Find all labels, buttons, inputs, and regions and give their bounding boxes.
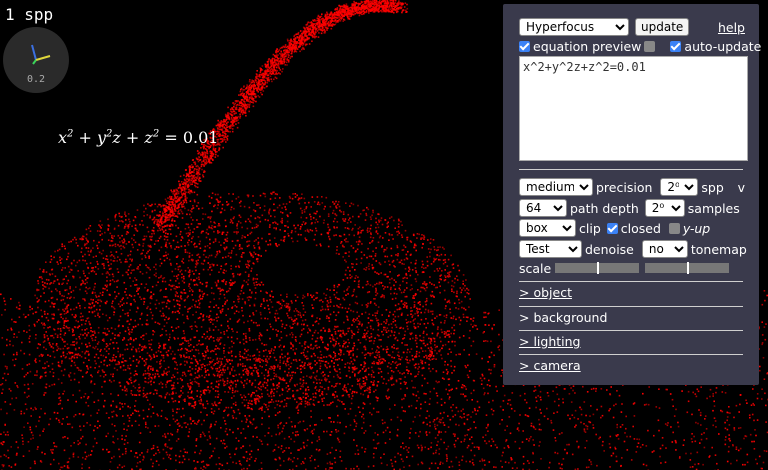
y-up-checkbox[interactable] [668,222,680,234]
path-depth-label: path depth [570,200,639,216]
precision-select[interactable]: medium [519,178,593,196]
preset-row: Hyperfocus update help [519,17,745,37]
section-lighting[interactable]: > lighting [519,334,580,349]
clip-label: clip [579,220,601,236]
scale-slider-2[interactable] [645,262,730,274]
equation-preview-toggle[interactable] [644,40,656,52]
precision-row: medium precision 2⁰ spp v [519,177,745,197]
spp-select[interactable]: 2⁰ [660,178,699,196]
control-panel: Hyperfocus update help equation preview … [503,4,761,385]
gizmo-value: 0.2 [26,74,46,85]
scale-row: scale [519,258,730,278]
auto-update-label: auto-update [684,38,762,54]
equation-input[interactable]: x^2+y^2z+z^2=0.01 [519,56,748,161]
denoise-select[interactable]: Test [519,240,582,258]
help-link[interactable]: help [718,20,745,35]
closed-checkbox[interactable] [606,222,618,234]
equation-preview-label: equation preview [533,38,642,54]
clip-row: box clip closed y-up [519,218,710,238]
denoise-row: Test denoise no tonemap [519,239,747,259]
axis-gizmo[interactable]: 0.2 [3,27,69,93]
scale-slider-1[interactable] [555,262,640,274]
spp-counter: 1 spp [5,5,54,24]
precision-label: precision [596,179,653,195]
equation-preview: x2 + y2z + z2 = 0.01 [58,128,219,147]
divider [519,281,743,282]
section-camera[interactable]: > camera [519,358,581,373]
tonemap-label: tonemap [690,241,747,257]
divider [519,306,743,307]
samples-label: samples [687,200,740,216]
auto-update-checkbox[interactable] [670,40,682,52]
spp-label: spp [701,179,724,195]
y-up-label: y-up [682,220,711,236]
divider [519,354,743,355]
preset-select[interactable]: Hyperfocus [519,18,629,36]
update-button[interactable]: update [635,18,690,36]
equation-preview-checkbox[interactable] [519,40,530,52]
scale-slider-2-thumb[interactable] [687,262,690,274]
path-depth-row: 64 path depth 2⁰ samples [519,198,740,218]
divider [519,169,743,170]
path-depth-select[interactable]: 64 [519,199,567,217]
samples-select[interactable]: 2⁰ [644,199,685,217]
section-object[interactable]: > object [519,285,572,300]
divider [519,330,743,331]
collapse-toggle[interactable]: v [738,180,745,195]
scale-slider-1-thumb[interactable] [597,262,600,274]
scale-label: scale [519,260,552,276]
clip-select[interactable]: box [519,219,576,237]
tonemap-select[interactable]: no [641,240,688,258]
options-row: equation preview auto-update [519,36,761,56]
denoise-label: denoise [585,241,634,257]
closed-label: closed [620,220,661,236]
section-background[interactable]: > background [519,310,607,325]
